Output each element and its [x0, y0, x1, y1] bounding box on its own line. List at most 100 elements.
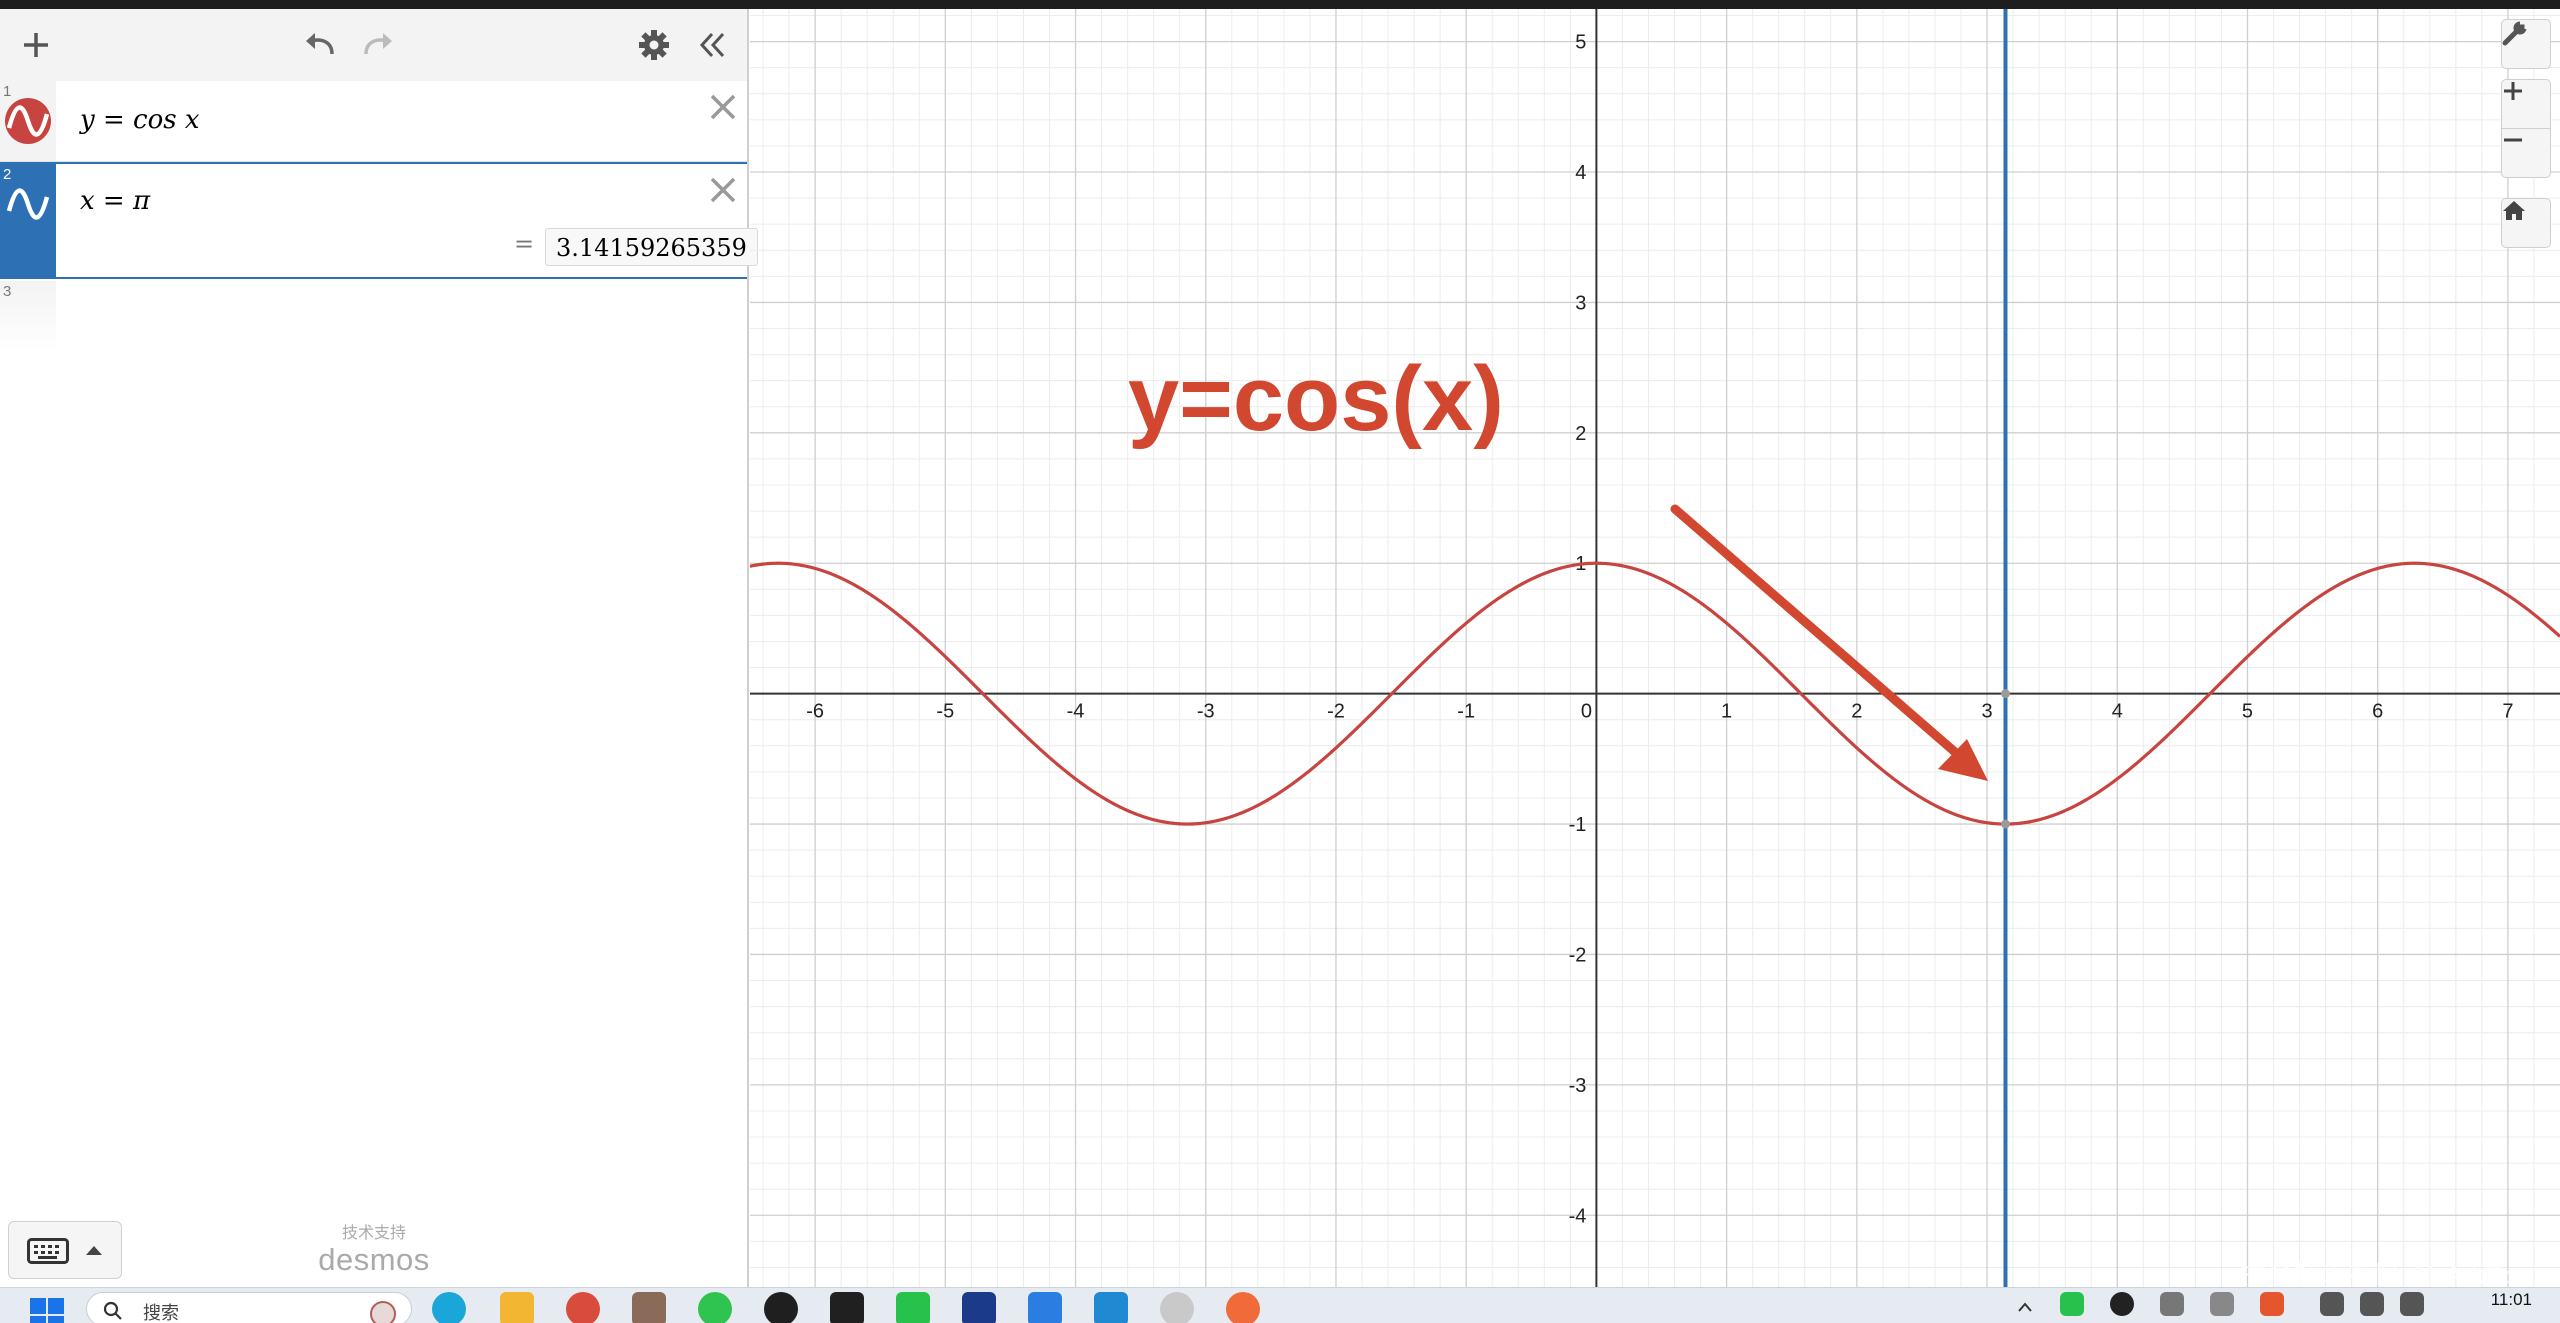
tray-qq-icon[interactable] [2110, 1292, 2134, 1316]
wechat-icon[interactable] [698, 1292, 732, 1323]
x-tick-label: 5 [2242, 701, 2253, 723]
caret-up-icon [86, 1246, 102, 1255]
expression-row-3[interactable]: 3 [0, 281, 56, 351]
window-top-strip [0, 0, 2560, 9]
colorful-app-icon[interactable] [1226, 1292, 1260, 1323]
mail-icon[interactable] [1028, 1292, 1062, 1323]
tray-app-icon[interactable] [2260, 1292, 2284, 1316]
x-tick-label: -4 [1067, 701, 1085, 723]
evaluation-value: 3.14159265359 [545, 228, 758, 266]
taskbar-search[interactable]: 搜索 [86, 1292, 412, 1323]
graph-paper[interactable]: -6 -5 -4 -3 -2 -1 0 1 2 3 4 5 6 7 -4 -3 -2 -1 1 2 3 4 5 y=cos(… [750, 9, 2560, 1287]
expression-math[interactable]: y = cos x [80, 105, 200, 135]
graph-settings-button[interactable] [2501, 19, 2551, 69]
series-layer [750, 9, 2560, 1287]
expression-row-2[interactable]: 2 x = π = 3.14159265359 [0, 162, 758, 279]
y-tick-label: -1 [1569, 814, 1587, 836]
sine-wave-icon[interactable] [4, 180, 52, 228]
tick-labels: -6 -5 -4 -3 -2 -1 0 1 2 3 4 5 6 7-4-3-2-112345 [806, 32, 2513, 1228]
x-tick-label: -1 [1457, 701, 1475, 723]
network-icon[interactable] [2320, 1292, 2344, 1316]
x-tick-label: -2 [1327, 701, 1345, 723]
watermark: 掘金技术社区 @ ArkPppp [2240, 1260, 2548, 1287]
x-tick-label: 7 [2502, 701, 2513, 723]
app-thumbnail-icon[interactable] [632, 1292, 666, 1323]
sine-wave-icon[interactable] [4, 97, 52, 145]
x-tick-label: 4 [2112, 701, 2123, 723]
x-tick-label: -5 [936, 701, 954, 723]
search-highlight-icon [370, 1301, 396, 1323]
minor-gridlines [750, 9, 2560, 1287]
x-tick-label: -3 [1197, 701, 1215, 723]
wrench-icon [2502, 21, 2528, 46]
settings-button[interactable] [632, 23, 676, 67]
search-placeholder: 搜索 [143, 1303, 179, 1323]
expression-number: 3 [3, 283, 12, 300]
chat-app-icon[interactable] [896, 1292, 930, 1323]
powered-by-label: 技术支持 [341, 1225, 406, 1242]
x-tick-label: 1 [1721, 701, 1732, 723]
vscode-icon[interactable] [1094, 1292, 1128, 1323]
keyboard-toggle-button[interactable] [8, 1221, 122, 1279]
expression-math[interactable]: x = π [80, 186, 150, 216]
y-tick-label: -3 [1569, 1075, 1587, 1097]
expression-row-1[interactable]: 1 y = cos x [0, 81, 747, 162]
volume-icon[interactable] [2360, 1292, 2384, 1316]
terminal-icon[interactable] [830, 1292, 864, 1323]
redo-button[interactable] [356, 23, 400, 67]
pinwheel-app-icon[interactable] [1160, 1292, 1194, 1323]
zoom-out-button[interactable] [2501, 128, 2551, 178]
expression-tab: 2 [0, 164, 56, 277]
expression-tab: 1 [0, 81, 56, 161]
search-icon [103, 1301, 122, 1320]
evaluation-equals: = [514, 230, 535, 258]
graph-canvas[interactable]: -6 -5 -4 -3 -2 -1 0 1 2 3 4 5 6 7-4-3-2-112345 y=cos(… [750, 9, 2560, 1287]
collapse-panel-button[interactable] [690, 23, 734, 67]
delete-icon[interactable] [707, 91, 739, 123]
tray-app-icon[interactable] [2210, 1292, 2234, 1316]
ide-icon[interactable] [962, 1292, 996, 1323]
desmos-logo: desmos [318, 1242, 430, 1277]
expression-toolbar [0, 9, 747, 82]
x-tick-label: 0 [1581, 701, 1592, 723]
plus-icon [24, 33, 48, 57]
taskbar-clock[interactable]: 11:01 [2491, 1290, 2532, 1310]
undo-button[interactable] [298, 23, 342, 67]
axes [750, 9, 2560, 1287]
keyboard-icon [27, 1238, 69, 1264]
major-gridlines [750, 9, 2560, 1287]
x-tick-label: -6 [806, 701, 824, 723]
double-chevron-left-icon [699, 32, 725, 58]
redo-icon [364, 33, 392, 55]
x-tick-label: 6 [2372, 701, 2383, 723]
qq-icon[interactable] [764, 1292, 798, 1323]
home-icon [2503, 201, 2525, 220]
battery-icon[interactable] [2400, 1292, 2424, 1316]
chrome-browser-icon[interactable] [566, 1292, 600, 1323]
tray-app-icon[interactable] [2160, 1292, 2184, 1316]
default-viewport-button[interactable] [2501, 198, 2551, 248]
zoom-in-icon [2504, 82, 2522, 100]
intersection-point [2000, 819, 2010, 829]
gear-icon [639, 30, 669, 60]
delete-icon[interactable] [707, 174, 739, 206]
y-tick-label: 3 [1575, 292, 1586, 314]
windows-start-icon[interactable] [30, 1298, 64, 1323]
zoom-in-button[interactable] [2501, 79, 2551, 129]
powered-by-desmos[interactable]: 技术支持 desmos [312, 1225, 436, 1277]
y-tick-label: 2 [1575, 423, 1586, 445]
file-explorer-icon[interactable] [500, 1292, 534, 1323]
annotation-text: y=cos(x) [1128, 348, 1504, 450]
expression-panel: 1 y = cos x 2 x = π = 3.14159265359 3 技术… [0, 9, 758, 1287]
y-tick-label: 5 [1575, 32, 1586, 54]
y-tick-label: -4 [1569, 1205, 1587, 1227]
edge-browser-icon[interactable] [432, 1292, 466, 1323]
annotation-arrow [1670, 504, 1968, 764]
y-tick-label: -2 [1569, 944, 1587, 966]
add-item-button[interactable] [14, 23, 58, 67]
tray-wechat-icon[interactable] [2060, 1292, 2084, 1316]
intersection-point [2000, 689, 2010, 699]
x-tick-label: 3 [1981, 701, 1992, 723]
x-tick-label: 2 [1851, 701, 1862, 723]
chevron-up-icon[interactable] [2018, 1302, 2032, 1312]
